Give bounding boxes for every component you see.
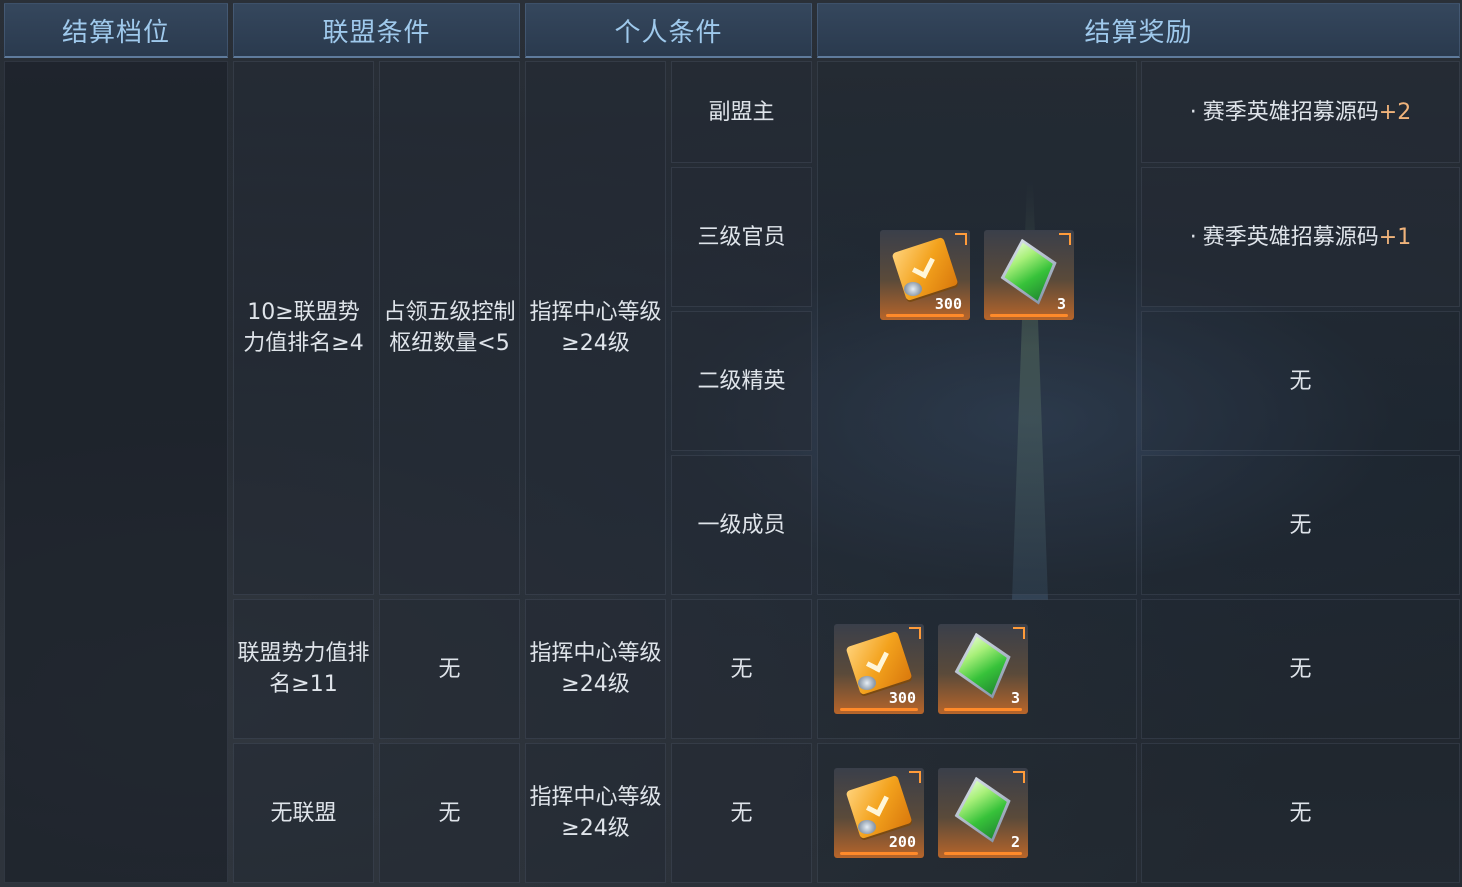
reward-items-cell: 200 2	[817, 743, 1137, 883]
item-quantity: 300	[934, 295, 962, 313]
personal-level-cell: 指挥中心等级≥24级	[525, 743, 666, 883]
reward-items-cell: 300 3	[817, 599, 1137, 739]
role-cell: 一级成员	[671, 455, 812, 595]
extra-reward-text: · 赛季英雄招募源码+2	[1189, 99, 1412, 125]
extra-reward-cell: · 赛季英雄招募源码+1	[1141, 167, 1460, 307]
alliance-rank-cell: 10≥联盟势力值排名≥4	[233, 61, 374, 595]
reward-items-cell: 300 3	[817, 61, 1137, 595]
extra-reward-cell: · 赛季英雄招募源码+2	[1141, 61, 1460, 163]
item-quantity: 300	[888, 689, 916, 707]
role-cell: 无	[671, 743, 812, 883]
role-cell: 二级精英	[671, 311, 812, 451]
personal-level-cell: 指挥中心等级≥24级	[525, 61, 666, 595]
extra-reward-text: · 赛季英雄招募源码+1	[1189, 224, 1412, 250]
alliance-hubs-cell: 无	[379, 599, 520, 739]
green-crystal-icon[interactable]: 3	[938, 624, 1028, 714]
item-quantity: 3	[1056, 295, 1066, 313]
green-crystal-icon[interactable]: 3	[984, 230, 1074, 320]
role-cell: 副盟主	[671, 61, 812, 163]
role-cell: 无	[671, 599, 812, 739]
alliance-hubs-cell: 占领五级控制枢纽数量<5	[379, 61, 520, 595]
header-tier: 结算档位	[4, 3, 228, 58]
extra-reward-cell: 无	[1141, 455, 1460, 595]
extra-reward-cell: 无	[1141, 743, 1460, 883]
alliance-rank-text: 10≥联盟势力值排名≥4	[243, 300, 364, 356]
header-reward: 结算奖励	[817, 3, 1460, 58]
alliance-hubs-cell: 无	[379, 743, 520, 883]
tier-cell	[4, 61, 228, 883]
item-quantity: 200	[888, 833, 916, 851]
role-cell: 三级官员	[671, 167, 812, 307]
item-quantity: 3	[1010, 689, 1020, 707]
header-personal: 个人条件	[525, 3, 812, 58]
green-crystal-icon[interactable]: 2	[938, 768, 1028, 858]
gold-ticket-icon[interactable]: 300	[880, 230, 970, 320]
reward-items: 200 2	[834, 768, 1028, 858]
extra-reward-cell: 无	[1141, 311, 1460, 451]
alliance-rank-cell: 无联盟	[233, 743, 374, 883]
header-alliance: 联盟条件	[233, 3, 520, 58]
reward-items: 300 3	[880, 230, 1074, 320]
alliance-rank-cell: 联盟势力值排名≥11	[233, 599, 374, 739]
gold-ticket-icon[interactable]: 300	[834, 624, 924, 714]
personal-level-cell: 指挥中心等级≥24级	[525, 599, 666, 739]
extra-reward-cell: 无	[1141, 599, 1460, 739]
alliance-hubs-text: 占领五级控制枢纽数量<5	[383, 300, 516, 356]
gold-ticket-icon[interactable]: 200	[834, 768, 924, 858]
personal-level-text: 指挥中心等级≥24级	[529, 300, 662, 356]
item-quantity: 2	[1010, 833, 1020, 851]
reward-items: 300 3	[834, 624, 1028, 714]
